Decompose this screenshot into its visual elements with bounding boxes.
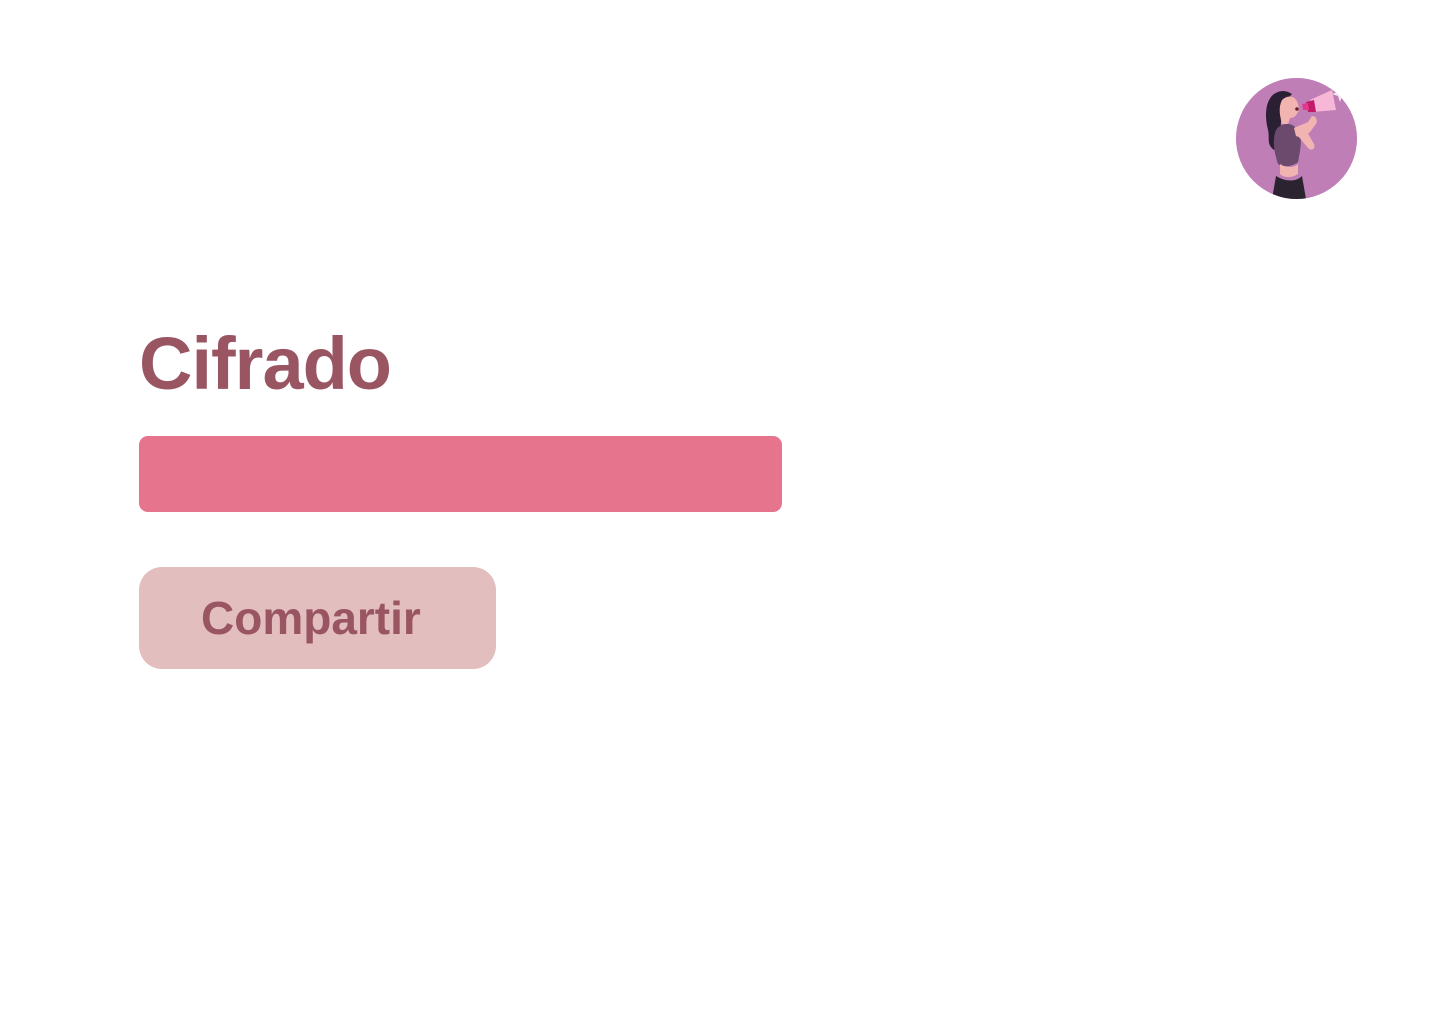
cipher-input[interactable] <box>139 436 782 512</box>
page-title: Cifrado <box>139 322 392 405</box>
page: Cifrado Compartir <box>0 0 1440 1024</box>
woman-with-megaphone-icon <box>1236 78 1357 199</box>
share-button[interactable]: Compartir <box>139 567 496 669</box>
avatar[interactable] <box>1236 78 1357 199</box>
